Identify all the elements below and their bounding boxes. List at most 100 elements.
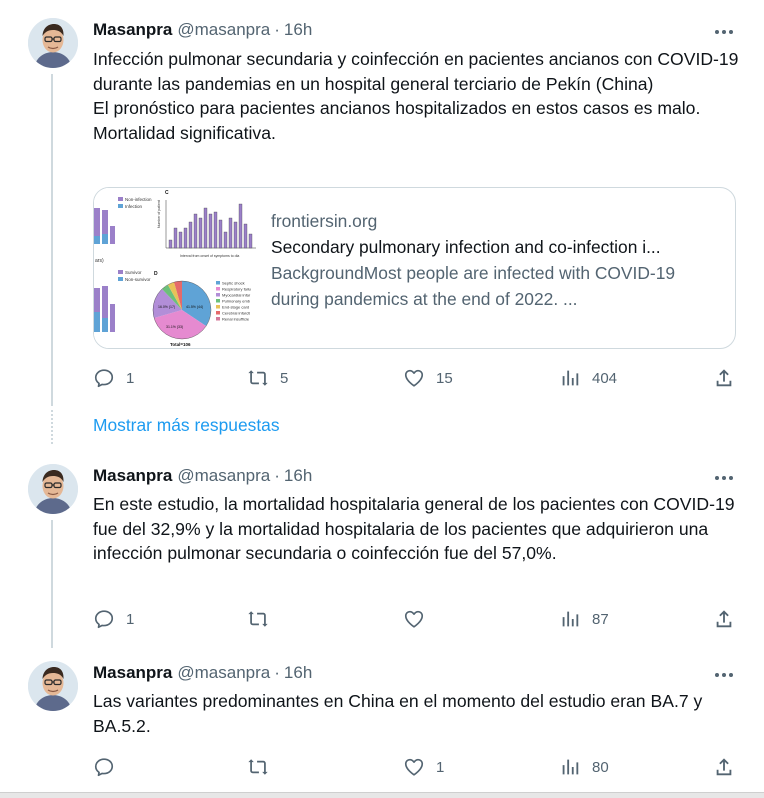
retweet-icon: [248, 370, 268, 386]
separator: ·: [274, 20, 280, 39]
like-count: 15: [436, 369, 453, 387]
reply-count: 1: [126, 369, 135, 387]
figure-legend: Non-survivor: [125, 277, 151, 282]
figure-legend: Non-infection: [125, 197, 152, 202]
separator: ·: [274, 466, 280, 485]
more-options-button[interactable]: [712, 20, 736, 44]
thread-connector-dotted: [51, 410, 53, 444]
card-thumbnail: ars) Non-infection Infection C Number of…: [94, 188, 257, 348]
views-icon: [562, 611, 579, 627]
views-count: 80: [592, 758, 609, 776]
reply-button[interactable]: 1: [93, 365, 134, 391]
tweet-text-line: En este estudio, la mortalidad hospitala…: [93, 494, 735, 563]
tweet-text-line: El pronóstico para pacientes ancianos ho…: [93, 98, 701, 143]
show-more-replies-link[interactable]: Mostrar más respuestas: [93, 415, 280, 436]
more-icon: [715, 673, 733, 677]
window-bottom-edge: [0, 792, 764, 798]
retweet-button[interactable]: 5: [247, 365, 288, 391]
figure-axis-label: Number of patient: [157, 200, 161, 228]
tweet-actions: 1 80: [93, 754, 743, 780]
like-button[interactable]: 15: [403, 365, 453, 391]
card-title: Secondary pulmonary infection and co-inf…: [271, 237, 661, 257]
figure-thumbnail-image: ars) Non-infection Infection C Number of…: [94, 188, 257, 348]
author-handle[interactable]: @masanpra: [177, 663, 270, 683]
avatar[interactable]: [28, 18, 78, 68]
reply-icon: [94, 758, 114, 777]
author-name[interactable]: Masanpra: [93, 20, 172, 40]
like-count: 1: [436, 758, 445, 776]
figure-panel-label: D: [154, 271, 158, 277]
figure-left-tag: ars): [95, 258, 104, 264]
like-button[interactable]: 1: [403, 754, 444, 780]
views-button[interactable]: 404: [559, 365, 617, 391]
author-name[interactable]: Masanpra: [93, 466, 172, 486]
tweet-text: Las variantes predominantes en China en …: [93, 689, 741, 738]
share-icon: [716, 758, 732, 776]
views-icon: [562, 759, 579, 775]
share-button[interactable]: [713, 365, 735, 391]
share-button[interactable]: [713, 606, 735, 632]
card-text: frontiersin.org Secondary pulmonary infe…: [257, 188, 721, 348]
figure-legend: Myocardial infar: [222, 293, 251, 298]
share-icon: [716, 369, 732, 387]
more-options-button[interactable]: [712, 466, 736, 490]
tweet-header: Masanpra @masanpra · 16h: [93, 19, 312, 41]
figure-panel-label: C: [165, 190, 169, 196]
more-options-button[interactable]: [712, 663, 736, 687]
reply-count: 1: [126, 610, 135, 628]
avatar[interactable]: [28, 661, 78, 711]
retweet-icon: [248, 759, 268, 775]
retweet-button[interactable]: [247, 754, 280, 780]
tweet-text-line: Las variantes predominantes en China en …: [93, 691, 703, 736]
figure-axis-label: Interval from onset of symptoms to dia: [180, 254, 239, 258]
heart-icon: [404, 610, 424, 628]
figure-legend: Infection: [125, 204, 143, 209]
like-button[interactable]: [403, 606, 436, 632]
figure-legend: Survivor: [125, 270, 142, 275]
tweet-header: Masanpra @masanpra · 16h: [93, 662, 312, 684]
views-button[interactable]: 87: [559, 606, 609, 632]
thread-connector-2: [51, 520, 53, 648]
figure-legend: Renal insufficie: [222, 317, 250, 322]
tweet-text-line: Infección pulmonar secundaria y coinfecc…: [93, 49, 739, 94]
card-domain: frontiersin.org: [271, 211, 378, 231]
tweet-text: En este estudio, la mortalidad hospitala…: [93, 492, 741, 566]
figure-pie-label: 16.0% (17): [158, 305, 175, 309]
tweet-actions: 1 87: [93, 606, 743, 632]
share-icon: [716, 610, 732, 628]
author-name[interactable]: Masanpra: [93, 663, 172, 683]
figure-legend: Septic shock: [222, 281, 245, 286]
figure-legend: Cerebral infarcti: [222, 311, 250, 316]
reply-button[interactable]: 1: [93, 606, 134, 632]
tweet-actions: 1 5 15 404: [93, 365, 743, 391]
retweet-button[interactable]: [247, 606, 280, 632]
views-count: 404: [592, 369, 618, 387]
more-icon: [715, 476, 733, 480]
timestamp[interactable]: 16h: [284, 663, 312, 683]
card-description: BackgroundMost people are infected with …: [271, 263, 676, 309]
tweet-header: Masanpra @masanpra · 16h: [93, 465, 312, 487]
author-handle[interactable]: @masanpra: [177, 20, 270, 40]
figure-legend: End-stage card: [222, 305, 249, 310]
figure-total-label: Total=106: [170, 342, 191, 347]
retweet-icon: [248, 611, 268, 627]
views-button[interactable]: 80: [559, 754, 609, 780]
share-button[interactable]: [713, 754, 735, 780]
figure-legend: Respiratory failu: [222, 287, 251, 292]
more-icon: [715, 30, 733, 34]
author-handle[interactable]: @masanpra: [177, 466, 270, 486]
figure-pie-label: 31.1% (33): [166, 325, 183, 329]
retweet-count: 5: [280, 369, 289, 387]
views-icon: [562, 370, 579, 386]
avatar[interactable]: [28, 464, 78, 514]
views-count: 87: [592, 610, 609, 628]
reply-button[interactable]: [93, 754, 126, 780]
heart-icon: [404, 369, 424, 387]
link-preview-card[interactable]: ars) Non-infection Infection C Number of…: [93, 187, 736, 349]
timestamp[interactable]: 16h: [284, 20, 312, 40]
timestamp[interactable]: 16h: [284, 466, 312, 486]
tweet-text: Infección pulmonar secundaria y coinfecc…: [93, 47, 741, 145]
reply-icon: [94, 610, 114, 629]
heart-icon: [404, 758, 424, 776]
separator: ·: [274, 663, 280, 682]
